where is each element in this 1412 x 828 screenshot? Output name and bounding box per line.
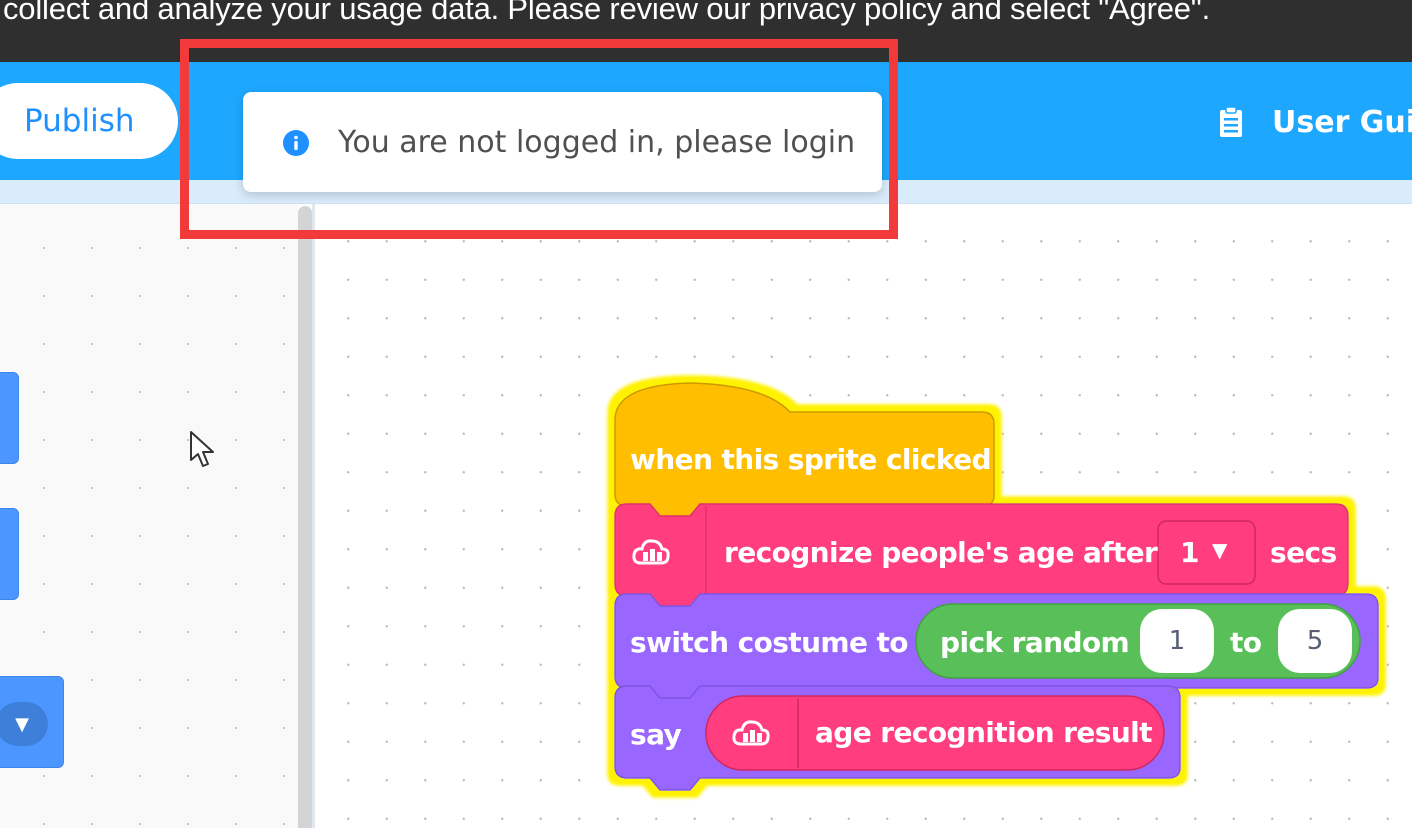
random-from-input[interactable]: 1 xyxy=(1140,609,1214,673)
cloud-ai-icon xyxy=(732,720,770,746)
privacy-banner-text: collect and analyze your usage data. Ple… xyxy=(3,0,1210,26)
palette-block[interactable] xyxy=(0,372,19,464)
palette-scrollbar[interactable] xyxy=(298,206,312,828)
user-guide-label: User Guid xyxy=(1272,104,1412,140)
recognize-block-suffix: secs xyxy=(1270,536,1337,569)
age-recognition-label: age recognition result xyxy=(815,716,1153,749)
publish-button[interactable]: Publish xyxy=(0,83,178,159)
say-block-label: say xyxy=(630,718,682,751)
login-toast: You are not logged in, please login xyxy=(243,92,882,192)
clipboard-icon xyxy=(1220,106,1242,137)
dropdown-arrow-icon[interactable]: ▼ xyxy=(1212,538,1227,562)
hat-block-label: when this sprite clicked xyxy=(630,443,992,476)
cloud-ai-icon xyxy=(632,539,670,565)
palette-dropdown-icon[interactable]: ▼ xyxy=(0,702,48,746)
seconds-dropdown-value[interactable]: 1 xyxy=(1180,536,1199,569)
mouse-pointer-icon xyxy=(190,431,214,467)
random-to-input[interactable]: 5 xyxy=(1278,609,1352,673)
privacy-banner: collect and analyze your usage data. Ple… xyxy=(0,0,1412,62)
switch-costume-label: switch costume to xyxy=(630,626,909,659)
palette-block[interactable] xyxy=(0,508,19,600)
random-to-label: to xyxy=(1230,626,1262,659)
user-guide-link[interactable]: User Guid xyxy=(1218,100,1412,144)
pick-random-label: pick random xyxy=(940,626,1130,659)
toast-message: You are not logged in, please login xyxy=(338,125,856,160)
info-icon xyxy=(283,130,309,156)
recognize-block-label: recognize people's age after xyxy=(724,536,1158,569)
